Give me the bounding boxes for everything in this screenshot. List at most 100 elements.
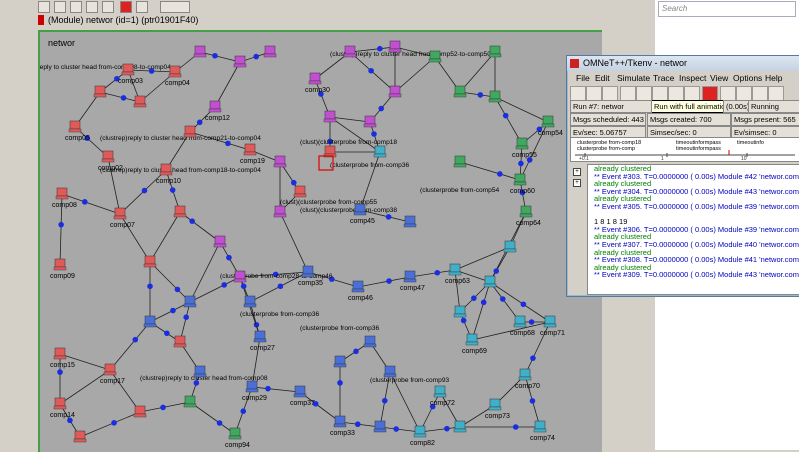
computer-node[interactable]: comp71 <box>540 315 565 337</box>
computer-node[interactable]: comp94 <box>225 427 250 449</box>
menu-simulate[interactable]: Simulate <box>617 73 650 83</box>
computer-node[interactable] <box>273 205 287 218</box>
computer-node[interactable] <box>453 305 467 318</box>
computer-node[interactable] <box>183 395 197 408</box>
computer-node[interactable] <box>213 235 227 248</box>
computer-node[interactable]: comp12 <box>205 100 230 122</box>
computer-node[interactable]: comp07 <box>110 207 135 229</box>
computer-node[interactable] <box>243 295 257 308</box>
computer-node[interactable] <box>363 335 377 348</box>
computer-node[interactable] <box>323 145 337 158</box>
computer-node[interactable] <box>428 50 442 63</box>
computer-node[interactable] <box>133 95 147 108</box>
new-run-icon[interactable] <box>586 86 602 101</box>
computer-node[interactable]: comp70 <box>515 368 540 390</box>
computer-node[interactable] <box>453 155 467 168</box>
computer-node[interactable] <box>363 115 377 128</box>
computer-node[interactable] <box>133 405 147 418</box>
expand-icon[interactable]: + <box>573 179 581 187</box>
tkenv-title-bar[interactable]: OMNeT++/Tkenv - networ <box>567 56 799 71</box>
computer-node[interactable]: comp02 <box>98 150 123 172</box>
event-timeline[interactable]: clusterprobe from-comp18 clusterprobe fro… <box>570 137 799 162</box>
stop-icon[interactable] <box>120 1 132 13</box>
computer-node[interactable] <box>483 275 497 288</box>
menu-inspect[interactable]: Inspect <box>679 73 706 83</box>
computer-node[interactable] <box>233 270 247 283</box>
computer-node[interactable] <box>388 85 402 98</box>
next-icon[interactable] <box>136 1 148 13</box>
computer-node[interactable]: comp29 <box>242 380 267 402</box>
computer-node[interactable] <box>273 155 287 168</box>
computer-node[interactable]: comp15 <box>50 347 75 369</box>
menu-edit[interactable]: Edit <box>595 73 610 83</box>
computer-node[interactable] <box>333 355 347 368</box>
until-icon[interactable] <box>102 1 114 13</box>
computer-node[interactable] <box>73 430 87 443</box>
computer-node[interactable]: comp82 <box>410 425 435 447</box>
run-icon[interactable] <box>54 1 66 13</box>
computer-node[interactable] <box>143 255 157 268</box>
menu-options[interactable]: Options <box>733 73 762 83</box>
computer-node[interactable] <box>173 335 187 348</box>
menu-file[interactable]: File <box>576 73 590 83</box>
computer-node[interactable] <box>343 45 357 58</box>
computer-node[interactable] <box>388 40 402 53</box>
computer-node[interactable] <box>93 85 107 98</box>
computer-node[interactable]: comp14 <box>50 397 75 419</box>
computer-node[interactable] <box>373 145 387 158</box>
computer-node[interactable] <box>453 85 467 98</box>
computer-node[interactable] <box>503 240 517 253</box>
search-input[interactable]: Search <box>658 1 796 17</box>
fast-run-icon[interactable] <box>70 1 82 13</box>
express-icon[interactable] <box>652 86 668 101</box>
network-graph[interactable]: (clustrep)reply to cluster head from-com… <box>40 32 602 452</box>
computer-node[interactable]: comp74 <box>530 420 555 442</box>
computer-node[interactable]: comp64 <box>516 205 541 227</box>
stop-icon[interactable] <box>702 86 718 101</box>
restart-icon[interactable] <box>684 86 700 101</box>
menu-trace[interactable]: Trace <box>653 73 674 83</box>
computer-node[interactable]: comp37 <box>290 385 315 407</box>
run-icon[interactable] <box>620 86 636 101</box>
until-icon[interactable] <box>668 86 684 101</box>
computer-node[interactable] <box>193 365 207 378</box>
computer-node[interactable] <box>143 315 157 328</box>
computer-node[interactable]: comp33 <box>330 415 355 437</box>
fast-icon[interactable] <box>636 86 652 101</box>
computer-node[interactable]: comp55 <box>512 137 537 159</box>
computer-node[interactable]: comp30 <box>305 72 330 94</box>
network-canvas[interactable]: (clustrep)reply to cluster head from-com… <box>38 30 602 452</box>
computer-node[interactable]: comp05 <box>65 120 90 142</box>
computer-node[interactable] <box>453 420 467 433</box>
step-icon[interactable] <box>602 86 618 101</box>
computer-node[interactable] <box>383 365 397 378</box>
menu-view[interactable]: View <box>710 73 728 83</box>
computer-node[interactable] <box>323 110 337 123</box>
filter-icon[interactable] <box>736 86 752 101</box>
computer-node[interactable]: comp63 <box>445 263 470 285</box>
computer-node[interactable] <box>373 420 387 433</box>
speed-slider[interactable] <box>160 1 190 13</box>
computer-node[interactable]: comp47 <box>400 270 425 292</box>
computer-node[interactable] <box>193 45 207 58</box>
computer-node[interactable] <box>183 295 197 308</box>
computer-node[interactable] <box>173 205 187 218</box>
computer-node[interactable]: comp72 <box>430 385 455 407</box>
open-icon[interactable] <box>570 86 586 101</box>
find-icon[interactable] <box>752 86 768 101</box>
event-log[interactable]: already clustered ** Event #303. T=0.0000… <box>587 164 799 295</box>
network-icon[interactable] <box>720 86 736 101</box>
computer-node[interactable]: comp60 <box>510 173 535 195</box>
computer-node[interactable]: comp09 <box>50 258 75 280</box>
computer-node[interactable] <box>403 215 417 228</box>
computer-node[interactable]: comp08 <box>52 187 77 209</box>
computer-node[interactable] <box>293 185 307 198</box>
computer-node[interactable] <box>233 55 247 68</box>
computer-node[interactable]: comp73 <box>485 398 510 420</box>
computer-node[interactable] <box>263 45 277 58</box>
computer-node[interactable] <box>488 90 502 103</box>
menu-help[interactable]: Help <box>765 73 782 83</box>
express-run-icon[interactable] <box>86 1 98 13</box>
computer-node[interactable] <box>488 45 502 58</box>
computer-node[interactable]: comp46 <box>348 280 373 302</box>
